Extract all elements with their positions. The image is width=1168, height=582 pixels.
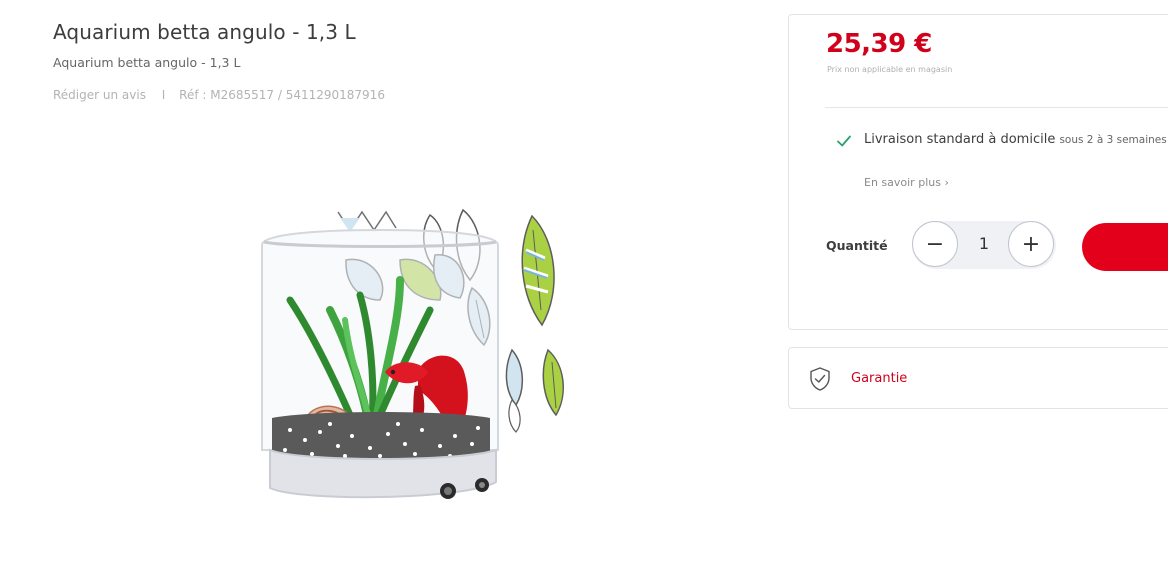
meta-separator: I <box>161 88 166 102</box>
decrease-quantity-button[interactable]: − <box>912 221 958 267</box>
increase-quantity-button[interactable]: + <box>1008 221 1054 267</box>
minus-icon: − <box>925 231 945 257</box>
price-note: Prix non applicable en magasin <box>827 65 953 74</box>
divider <box>825 107 1168 108</box>
add-to-cart-button[interactable] <box>1082 223 1168 271</box>
quantity-value[interactable]: 1 <box>958 234 1010 253</box>
check-icon <box>837 135 851 147</box>
product-subtitle: Aquarium betta angulo - 1,3 L <box>53 55 241 70</box>
buy-panel: 25,39 € Prix non applicable en magasin L… <box>788 14 1168 330</box>
aquarium-illustration <box>261 208 564 499</box>
quantity-stepper: − 1 + <box>912 221 1056 269</box>
learn-more-label: En savoir plus <box>864 176 941 189</box>
shield-check-icon <box>810 367 830 391</box>
chevron-right-icon: › <box>944 176 949 189</box>
delivery-info: Livraison standard à domicile sous 2 à 3… <box>864 132 1167 147</box>
product-reference: Réf : M2685517 / 5411290187916 <box>179 88 385 102</box>
write-review-link[interactable]: Rédiger un avis <box>53 88 146 102</box>
quantity-label: Quantité <box>826 238 888 253</box>
learn-more-link[interactable]: En savoir plus › <box>864 176 949 189</box>
product-meta: Rédiger un avis I Réf : M2685517 / 54112… <box>53 88 385 102</box>
warranty-label: Garantie <box>851 371 908 386</box>
warranty-panel[interactable]: Garantie <box>788 347 1168 409</box>
product-title: Aquarium betta angulo - 1,3 L <box>53 20 356 44</box>
price: 25,39 € <box>826 29 932 59</box>
delivery-delay: sous 2 à 3 semaines <box>1059 134 1167 146</box>
product-image[interactable] <box>250 200 570 515</box>
delivery-label: Livraison standard à domicile <box>864 132 1056 147</box>
plus-icon: + <box>1021 231 1041 257</box>
